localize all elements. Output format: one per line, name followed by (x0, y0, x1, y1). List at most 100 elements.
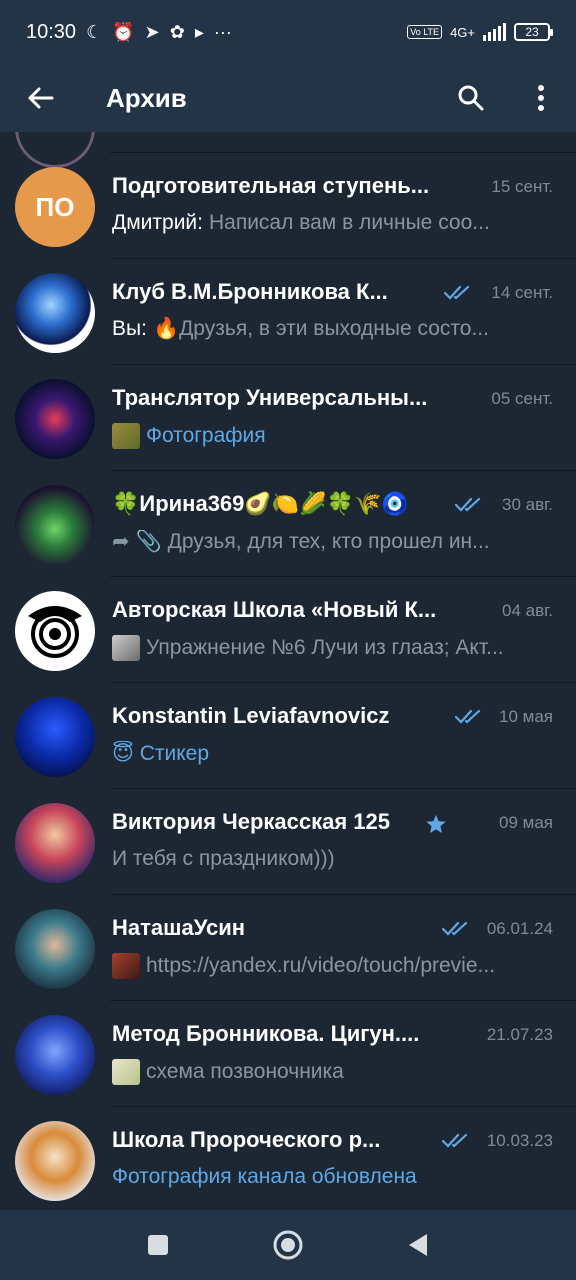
chat-row[interactable]: Школа Пророческого р... 10.03.23 Фотогра… (0, 1107, 576, 1210)
chat-date: 14 сент. (491, 283, 553, 302)
message-text: 📎 Друзья, для тех, кто прошел ин... (135, 529, 490, 553)
system-nav-bar (0, 1210, 576, 1280)
message-text: схема позвоночника (146, 1060, 344, 1083)
chat-row[interactable]: Клуб В.М.Бронникова К... 14 сент. Вы: 🔥Д… (0, 259, 576, 365)
signal-icon (483, 23, 506, 41)
double-check-icon (442, 1133, 468, 1148)
message-text: И тебя с праздником))) (112, 847, 335, 870)
message-text: Фотография (146, 424, 266, 447)
alarm-off-icon: ⏰ (112, 21, 135, 42)
chat-name: Клуб В.М.Бронникова К... (112, 279, 388, 304)
chat-date: 15 сент. (491, 177, 553, 196)
chat-date: 05 сент. (491, 389, 553, 408)
chat-preview: ➦ 📎 Друзья, для тех, кто прошел ин... (112, 529, 552, 554)
avatar (15, 1015, 95, 1095)
battery-icon: 23 (514, 23, 553, 41)
network-type: 4G+ (450, 24, 475, 40)
chat-preview: Фотография (112, 423, 552, 449)
forward-icon: ➦ (112, 530, 130, 553)
battery-level: 23 (525, 25, 539, 39)
status-time: 10:30 (26, 20, 77, 43)
avatar (15, 803, 95, 883)
logo-icon (28, 606, 82, 658)
chat-date: 10.03.23 (486, 1131, 553, 1150)
photo-thumbnail (112, 1059, 140, 1085)
chat-date: 06.01.24 (486, 919, 553, 938)
play-icon: ▸ (194, 21, 204, 42)
chat-date: 21.07.23 (486, 1025, 553, 1044)
message-text: 😇 Стикер (112, 742, 210, 765)
avatar (15, 909, 95, 989)
chat-list[interactable]: ПО Подготовительная ступень... 15 сент. … (0, 132, 576, 1210)
arrow-left-icon (28, 87, 54, 109)
chat-row[interactable]: Виктория Черкасская 125 09 мая И тебя с … (0, 789, 576, 895)
message-text: https://yandex.ru/video/touch/previe... (146, 954, 496, 977)
chat-preview: Дмитрий: Написал вам в личные соо... (112, 211, 552, 235)
star-icon (426, 814, 446, 833)
app-icon: ✿ (169, 21, 185, 42)
chat-name: Транслятор Универсальны... (112, 385, 428, 410)
photo-thumbnail (112, 423, 140, 449)
status-bar: 10:30 ☾ ⏰ ➤ ✿ ▸ ··· Vo LTE 4G+ 23 (0, 0, 576, 64)
telegram-icon: ➤ (144, 21, 160, 42)
double-check-icon (444, 285, 470, 300)
search-button[interactable] (436, 64, 506, 132)
chat-row[interactable]: НаташаУсин 06.01.24 https://yandex.ru/vi… (0, 895, 576, 1001)
more-options-button[interactable] (506, 64, 576, 132)
photo-thumbnail (112, 635, 140, 661)
circle-icon (273, 1230, 303, 1260)
chat-preview: Фотография канала обновлена (112, 1165, 552, 1189)
message-text: Написал вам в личные соо... (208, 211, 490, 234)
search-icon (458, 85, 484, 111)
chat-preview: 😇 Стикер (112, 741, 552, 766)
chat-row[interactable]: Авторская Школа «Новый К... 04 авг. Упра… (0, 577, 576, 683)
chat-date: 10 мая (499, 707, 553, 726)
chat-row[interactable]: Konstantin Leviafavnovicz 10 мая 😇 Стике… (0, 683, 576, 789)
page-title: Архив (106, 82, 187, 113)
chat-date: 04 авг. (502, 601, 553, 620)
chat-row[interactable]: Транслятор Универсальны... 05 сент. Фото… (0, 365, 576, 471)
chat-date: 09 мая (499, 813, 553, 832)
message-text: 🔥Друзья, в эти выходные состо... (152, 317, 489, 340)
avatar (15, 591, 95, 671)
back-button[interactable] (0, 64, 80, 132)
message-text: Фотография канала обновлена (112, 1165, 417, 1188)
chat-row[interactable]: 🍀Ирина369🥑🍋🌽🍀🌾🧿 30 авг. ➦ 📎 Друзья, для … (0, 471, 576, 577)
avatar (15, 273, 95, 353)
chat-name: Школа Пророческого р... (112, 1127, 381, 1152)
avatar (15, 485, 95, 565)
double-check-icon (455, 497, 481, 512)
home-button[interactable] (268, 1225, 308, 1265)
chat-name: Метод Бронникова. Цигун.... (112, 1021, 420, 1046)
chat-name: 🍀Ирина369🥑🍋🌽🍀🌾🧿 (112, 491, 409, 516)
chat-name: Konstantin Leviafavnovicz (112, 703, 390, 728)
message-text: Упражнение №6 Лучи из глааз; Акт... (146, 636, 504, 659)
avatar-initials: ПО (35, 191, 75, 222)
avatar (15, 1121, 95, 1201)
avatar (15, 379, 95, 459)
chat-name: Авторская Школа «Новый К... (112, 597, 437, 622)
chat-row[interactable]: ПО Подготовительная ступень... 15 сент. … (0, 153, 576, 259)
chat-preview: схема позвоночника (112, 1059, 552, 1085)
double-check-icon (455, 709, 481, 724)
back-nav-button[interactable] (398, 1225, 438, 1265)
chat-name: Виктория Черкасская 125 (112, 809, 391, 834)
double-check-icon (442, 921, 468, 936)
chat-preview: https://yandex.ru/video/touch/previe... (112, 953, 552, 979)
chat-date: 30 авг. (502, 495, 553, 514)
chat-preview: Вы: 🔥Друзья, в эти выходные состо... (112, 317, 552, 341)
status-right: Vo LTE 4G+ 23 (407, 23, 553, 41)
chat-name: НаташаУсин (112, 915, 246, 940)
moon-icon: ☾ (86, 21, 103, 42)
more-vertical-icon (538, 85, 544, 111)
recents-button[interactable] (138, 1225, 178, 1265)
volte-icon: Vo LTE (407, 25, 443, 39)
sender-name: Вы: (112, 317, 147, 340)
triangle-left-icon (409, 1234, 427, 1256)
avatar: ПО (15, 167, 95, 247)
avatar (15, 697, 95, 777)
app-bar: Архив (0, 64, 576, 132)
chat-preview: И тебя с праздником))) (112, 847, 552, 871)
chat-preview: Упражнение №6 Лучи из глааз; Акт... (112, 635, 552, 661)
chat-row[interactable]: Метод Бронникова. Цигун.... 21.07.23 схе… (0, 1001, 576, 1107)
